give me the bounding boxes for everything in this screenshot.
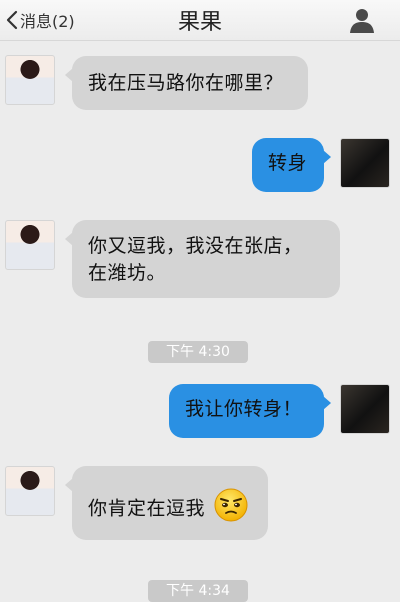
message-text-line: 在潍坊。 [88, 262, 167, 284]
message-timestamp: 下午 4:34 [148, 580, 248, 602]
incoming-message-bubble[interactable]: 你肯定在逗我 [65, 466, 268, 540]
my-avatar[interactable] [340, 384, 390, 434]
my-avatar[interactable] [340, 138, 390, 188]
message-timestamp: 下午 4:30 [148, 341, 248, 363]
squinting-face-icon [214, 488, 248, 530]
contact-profile-button[interactable] [348, 6, 376, 34]
message-text: 我让你转身！ [185, 398, 303, 420]
message-row-incoming: 你肯定在逗我 [0, 466, 400, 542]
contact-avatar[interactable] [5, 55, 55, 105]
message-text: 你肯定在逗我 [88, 497, 206, 520]
incoming-message-bubble[interactable]: 我在压马路你在哪里？ [65, 56, 308, 110]
message-text-line: 你又逗我，我没在张店， [88, 235, 303, 257]
message-text: 转身 [268, 152, 308, 174]
incoming-message-bubble[interactable]: 你又逗我，我没在张店， 在潍坊。 [65, 220, 340, 298]
message-row-outgoing: 转身 [0, 138, 400, 194]
message-row-outgoing: 我让你转身！ [0, 384, 400, 440]
contact-avatar[interactable] [5, 466, 55, 516]
contact-avatar[interactable] [5, 220, 55, 270]
outgoing-message-bubble[interactable]: 转身 [252, 138, 331, 192]
outgoing-message-bubble[interactable]: 我让你转身！ [169, 384, 331, 438]
message-row-incoming: 我在压马路你在哪里？ [0, 55, 400, 111]
chat-title: 果果 [177, 10, 222, 35]
person-icon [348, 9, 376, 38]
title-bar: 消息(2) 果果 [0, 0, 400, 41]
message-row-incoming: 你又逗我，我没在张店， 在潍坊。 [0, 220, 400, 300]
message-text: 我在压马路你在哪里？ [88, 72, 284, 94]
